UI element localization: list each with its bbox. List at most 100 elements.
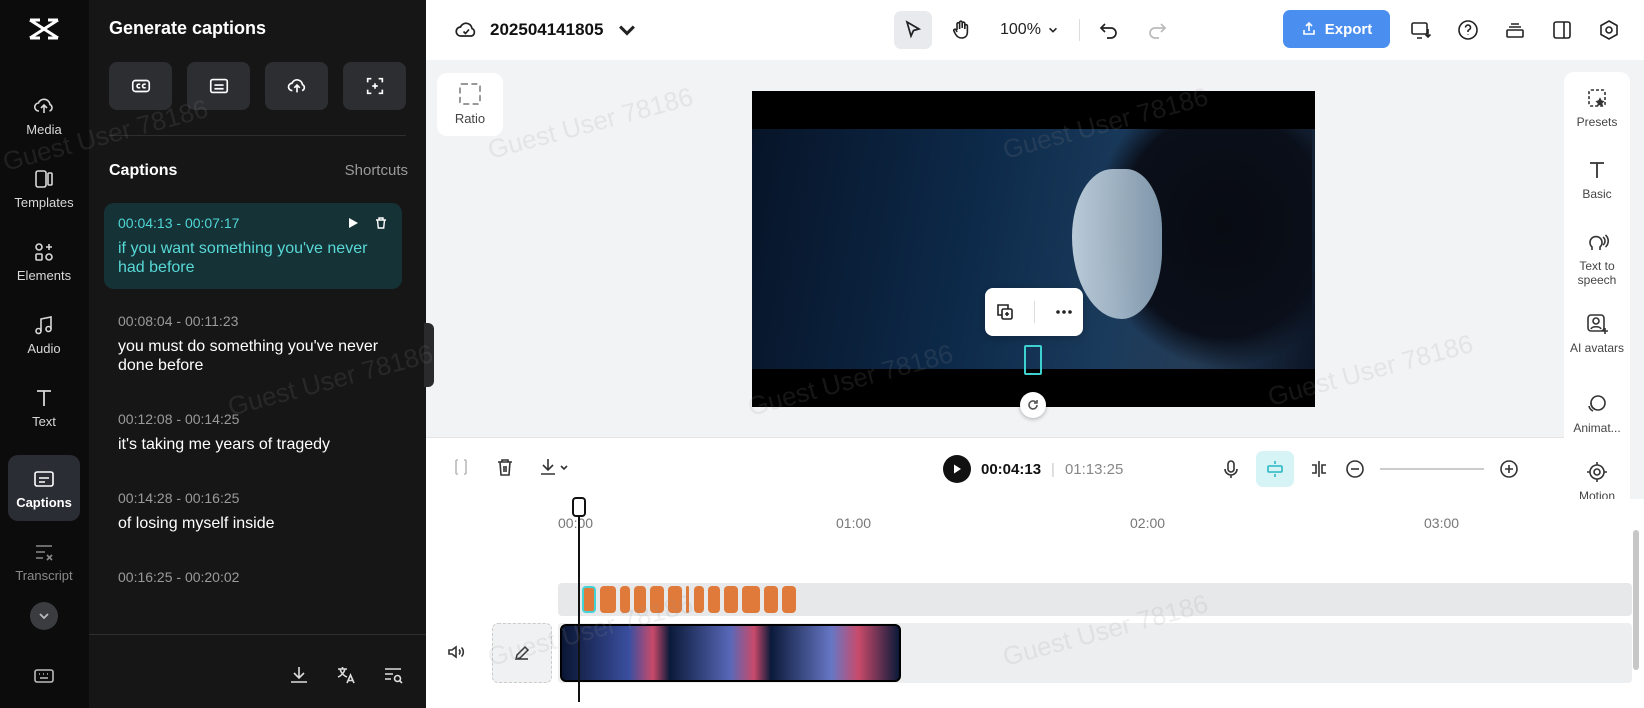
manual-captions-button[interactable] — [187, 62, 250, 110]
caption-text[interactable]: you must do something you've never done … — [118, 337, 388, 375]
caption-segment[interactable] — [668, 586, 682, 613]
caption-segment[interactable] — [600, 586, 616, 613]
project-title[interactable]: 202504141805 — [454, 18, 639, 42]
caption-text[interactable]: if you want something you've never had b… — [118, 239, 388, 277]
capcut-logo-icon[interactable] — [26, 14, 62, 44]
rail-item-text[interactable]: Text — [8, 374, 80, 440]
rail-item-audio[interactable]: Audio — [8, 301, 80, 367]
templates-icon — [35, 169, 53, 188]
caption-item[interactable]: 00:16:25 - 00:20:02 — [104, 557, 402, 597]
caption-segment[interactable] — [724, 586, 738, 613]
caption-segment[interactable] — [708, 586, 720, 613]
caption-track[interactable] — [558, 583, 1632, 616]
split-trim-icon[interactable] — [450, 456, 472, 478]
caption-item[interactable]: 00:14:28 - 00:16:25 of losing myself ins… — [104, 478, 402, 545]
settings-button[interactable] — [1590, 11, 1628, 49]
hand-tool-button[interactable] — [942, 11, 980, 49]
help-button[interactable] — [1449, 11, 1487, 49]
caption-segment[interactable] — [782, 586, 796, 613]
zoom-out-icon[interactable] — [1344, 458, 1366, 480]
layout-button[interactable] — [1543, 11, 1581, 49]
search-list-icon[interactable] — [382, 664, 404, 686]
caption-list: 00:04:13 - 00:07:17 if you want somethin… — [104, 203, 402, 609]
avatar-icon — [1587, 314, 1608, 334]
caption-segment[interactable] — [582, 586, 596, 613]
more-horizontal-icon[interactable] — [1054, 302, 1074, 322]
timeline-ruler[interactable]: 00:00 01:00 02:00 03:00 — [556, 507, 1636, 531]
trash-icon[interactable] — [374, 216, 388, 230]
settings-hex-icon — [1600, 20, 1618, 40]
caption-segment[interactable] — [694, 586, 704, 613]
prop-ai-avatars[interactable]: AI avatars — [1564, 312, 1630, 355]
prop-label: Presets — [1576, 115, 1618, 129]
auto-captions-button[interactable] — [109, 62, 172, 110]
magnet-snap-button[interactable] — [1256, 451, 1294, 487]
zoom-dropdown[interactable]: 100% — [1000, 21, 1059, 39]
caption-segment[interactable] — [686, 586, 689, 613]
rail-item-elements[interactable]: Elements — [8, 228, 80, 294]
rail-label-elements: Elements — [16, 267, 72, 283]
play-button[interactable] — [943, 455, 971, 483]
undo-button[interactable] — [1090, 11, 1128, 49]
scan-captions-button[interactable] — [343, 62, 406, 110]
caption-segment[interactable] — [620, 586, 630, 613]
undo-icon — [1099, 23, 1117, 39]
caption-text-box[interactable] — [1024, 345, 1042, 375]
rail-item-templates[interactable]: Templates — [8, 155, 80, 221]
download-icon[interactable] — [288, 664, 310, 686]
rail-item-transcript[interactable]: Transcript — [8, 528, 80, 594]
prop-animation[interactable]: Animat... — [1564, 392, 1630, 435]
duplicate-icon[interactable] — [995, 302, 1015, 322]
shortcuts-link[interactable]: Shortcuts — [345, 162, 408, 179]
caption-segment[interactable] — [764, 586, 778, 613]
keyboard-icon[interactable] — [32, 664, 56, 688]
caption-segment[interactable] — [742, 586, 760, 613]
split-icon[interactable] — [1308, 458, 1330, 480]
redo-button[interactable] — [1138, 11, 1176, 49]
captions-icon — [34, 470, 54, 487]
rail-label-text: Text — [32, 413, 56, 429]
caption-item[interactable]: 00:04:13 - 00:07:17 if you want somethin… — [104, 203, 402, 289]
present-button[interactable] — [1402, 11, 1440, 49]
timeline-scrollbar[interactable] — [1633, 530, 1639, 670]
trash-icon[interactable] — [494, 456, 516, 478]
ratio-button[interactable]: Ratio — [437, 73, 503, 136]
panel-resize-handle[interactable] — [424, 323, 434, 387]
video-clip[interactable] — [560, 624, 901, 682]
caption-segment[interactable] — [634, 586, 646, 613]
track-mute-button[interactable] — [446, 642, 466, 667]
prop-text-to-speech[interactable]: Text to speech — [1564, 230, 1630, 287]
microphone-icon[interactable] — [1220, 458, 1242, 480]
caption-segment[interactable] — [650, 586, 664, 613]
caption-time: 00:16:25 - 00:20:02 — [118, 569, 240, 585]
export-button[interactable]: Export — [1283, 10, 1390, 48]
cover-edit-button[interactable] — [492, 623, 552, 683]
caption-item[interactable]: 00:08:04 - 00:11:23 you must do somethin… — [104, 301, 402, 387]
rail-expand-button[interactable] — [30, 602, 58, 630]
panel-footer-actions — [288, 664, 404, 686]
subtitle-icon — [209, 78, 228, 94]
select-tool-button[interactable] — [894, 11, 932, 49]
prop-presets[interactable]: Presets — [1564, 86, 1630, 129]
zoom-in-icon[interactable] — [1498, 458, 1520, 480]
prop-basic[interactable]: Basic — [1564, 158, 1630, 201]
layers-button[interactable] — [1496, 11, 1534, 49]
playhead[interactable] — [578, 497, 580, 702]
caption-item[interactable]: 00:12:08 - 00:14:25 it's taking me years… — [104, 399, 402, 466]
rotate-icon — [1028, 400, 1038, 410]
rail-item-media[interactable]: Media — [8, 82, 80, 148]
caption-text[interactable]: of losing myself inside — [118, 514, 388, 533]
caption-text[interactable]: it's taking me years of tragedy — [118, 435, 388, 454]
cloud-upload-icon — [33, 98, 53, 113]
ratio-icon — [459, 83, 481, 105]
rotate-handle[interactable] — [1020, 392, 1046, 418]
timeline-zoom-slider[interactable] — [1380, 468, 1484, 470]
upload-captions-button[interactable] — [265, 62, 328, 110]
play-icon[interactable] — [346, 216, 360, 230]
playhead-handle[interactable] — [572, 497, 586, 517]
rail-item-captions[interactable]: Captions — [8, 455, 80, 521]
download-dropdown-icon[interactable] — [538, 456, 570, 478]
translate-icon[interactable] — [335, 664, 357, 686]
current-time: 00:04:13 — [981, 460, 1042, 478]
caption-tools — [109, 62, 406, 110]
